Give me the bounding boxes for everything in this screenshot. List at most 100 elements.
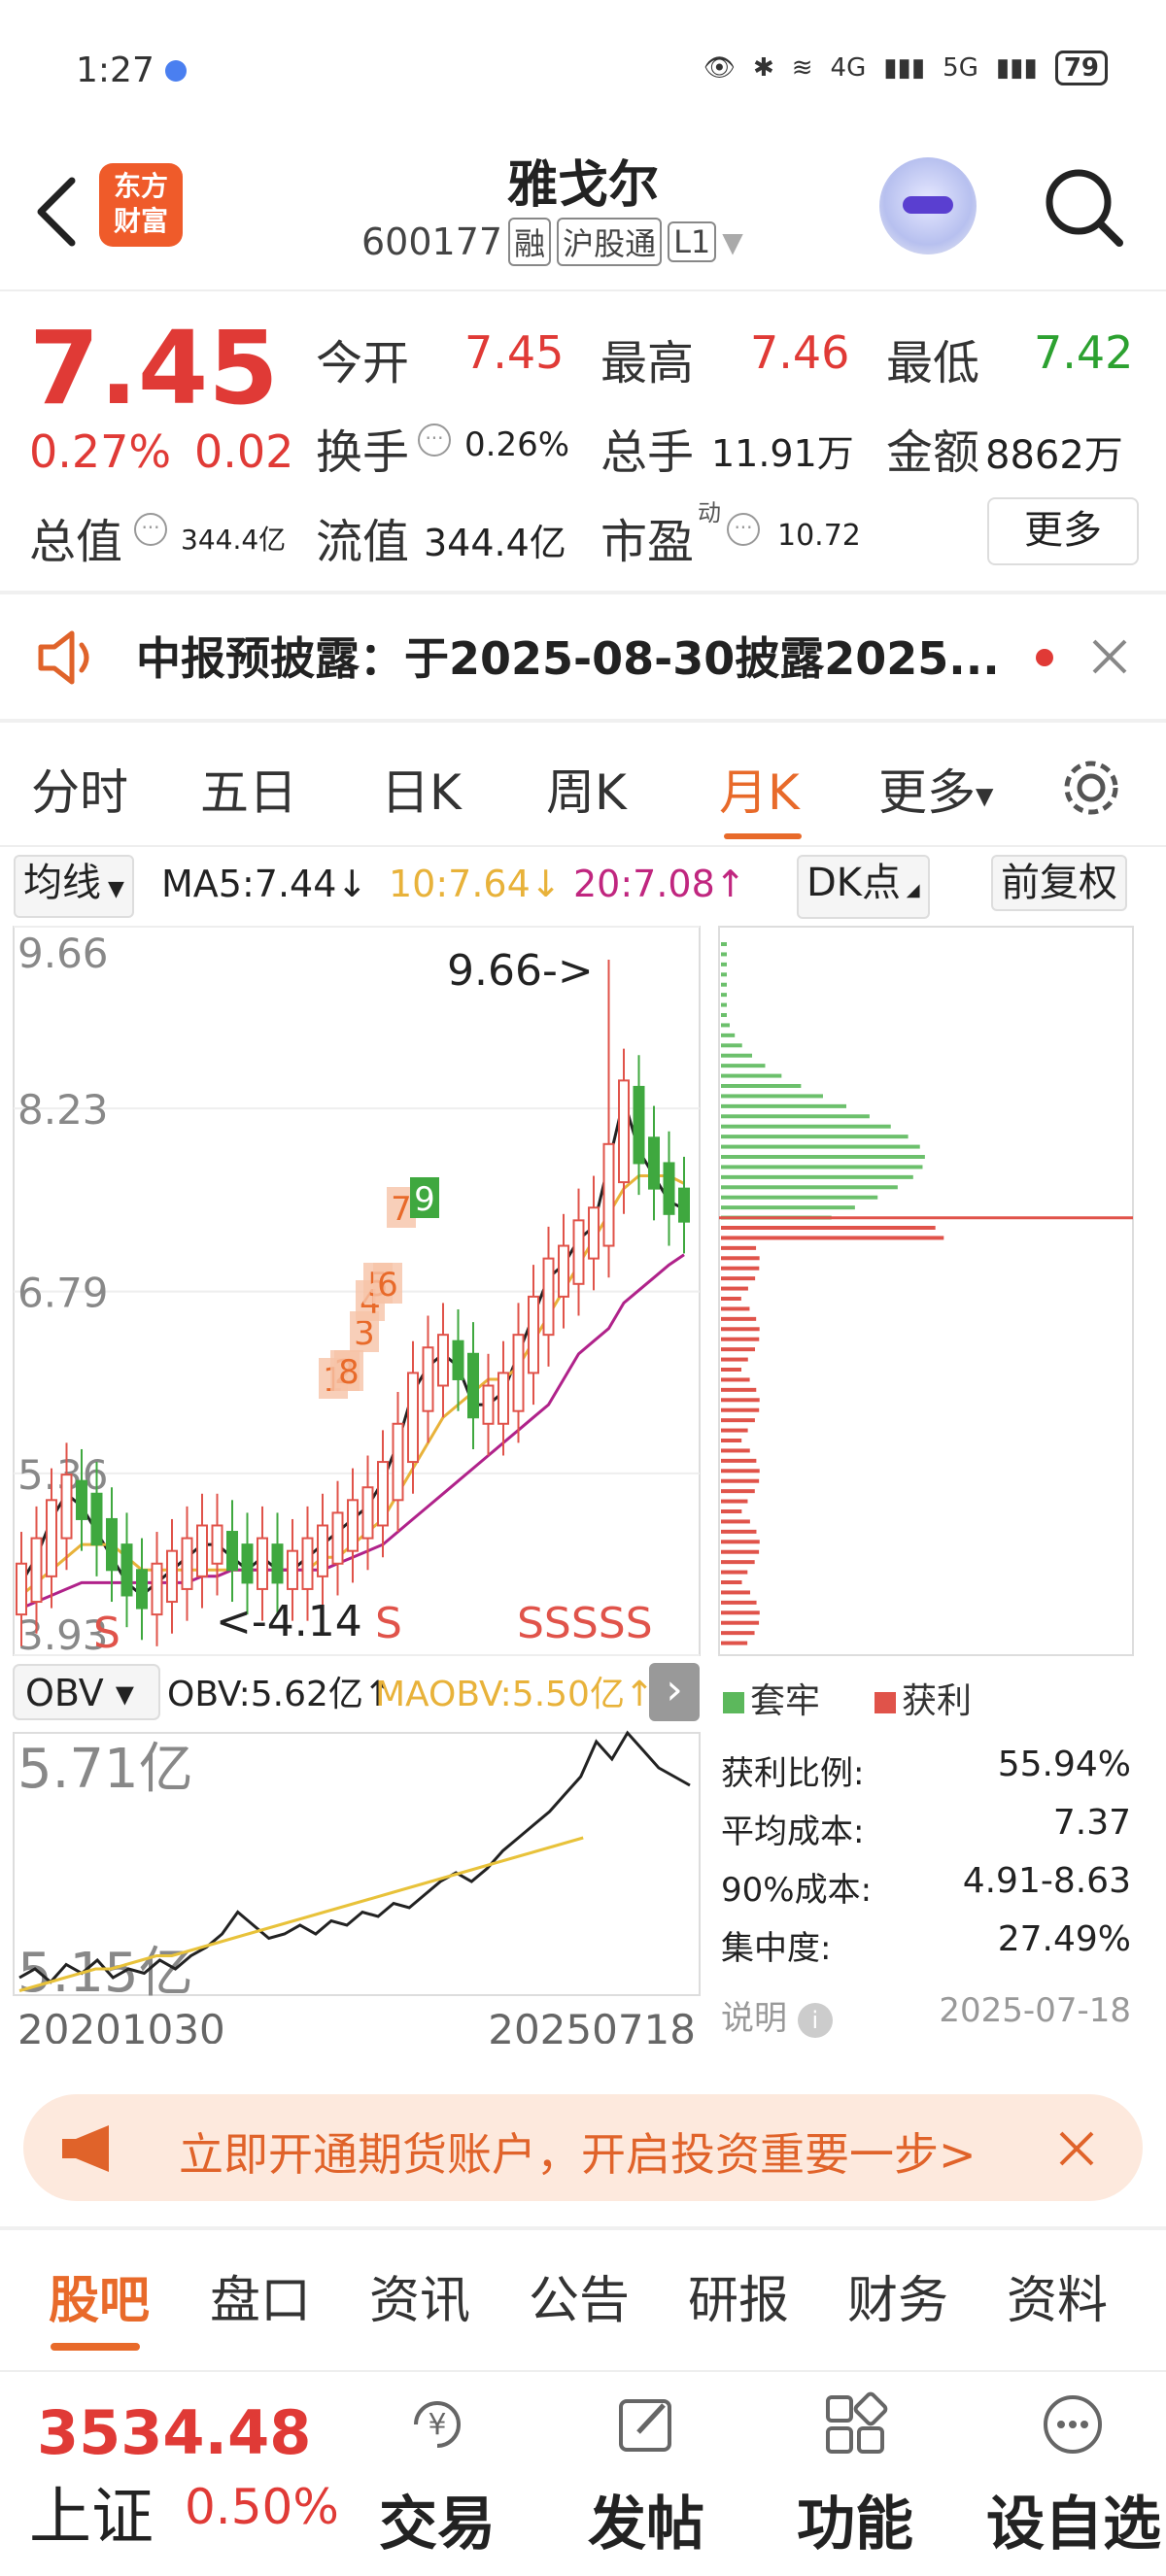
candle-body [467,1352,479,1419]
chip-bar [721,1337,760,1341]
tab-intraday[interactable]: 分时 [31,754,128,824]
candle-body [226,1531,238,1572]
candle-body [437,1334,449,1387]
tab-profile[interactable]: 资料 [1007,2259,1108,2332]
chip-bar [721,1600,757,1605]
explain-link[interactable]: 说明 i [721,1991,833,2039]
edit-pencil-icon [619,2399,671,2452]
chip-bar [721,1540,760,1544]
settings-gear-icon[interactable] [1057,754,1125,822]
obv-value: OBV:5.62亿↑ [167,1675,393,1714]
info-dots-icon[interactable]: ··· [727,513,760,546]
tab-announcements[interactable]: 公告 [529,2259,630,2332]
candle-body [301,1537,314,1590]
tab-forum[interactable]: 股吧 [49,2259,150,2332]
chip-frame [718,926,1134,1656]
y-tick-label: 6.79 [17,1270,109,1317]
volume-value: 11.91万 [711,432,854,475]
more-dots-icon [1044,2395,1102,2454]
candle-body [618,1079,630,1184]
turnover-value: 0.26% [464,425,570,464]
numbered-mark: 6 [377,1266,398,1305]
index-percent: 0.50% [185,2479,339,2535]
chip-bar [721,1023,730,1028]
candle-body [482,1384,495,1425]
y-tick-label: 8.23 [17,1086,109,1134]
info-dots-icon[interactable]: ··· [418,424,451,457]
trade-button[interactable]: ¥ 交易 [360,2372,515,2576]
dropdown-triangle-icon[interactable]: ▼ [722,226,743,258]
candle-body [392,1422,404,1502]
legend-trapped-label: 套牢 [750,1681,821,1721]
tab-monthly-k[interactable]: 月K [719,754,800,824]
status-time: 1:27 [76,51,154,90]
tab-order-book[interactable]: 盘口 [210,2259,311,2332]
chip-bar [721,1043,742,1048]
candle-body [287,1549,298,1590]
candle-body [90,1492,103,1546]
status-bar: 1:27 👁 ✱ ≋ 4G ▮▮▮ 5G ▮▮▮ 79 [0,0,1166,136]
chip-bar [721,1297,741,1301]
chip-bar [721,1174,913,1179]
price-adjust-button[interactable]: 前复权 [991,855,1127,911]
bluetooth-icon: ✱ [752,53,774,83]
robot-assistant-avatar[interactable] [879,157,977,254]
chip-bar [721,1570,748,1575]
divider [0,2226,1166,2230]
high-label: 最高 [600,336,695,390]
chip-bar [721,1135,909,1139]
post-label: 发帖 [588,2491,704,2559]
signal-s: S [93,1609,120,1658]
indicator-row: 均线 ▼ MA5:7.44↓ 10:7.64↓ 20:7.08↑ DK点 ◢ 前… [0,853,1166,919]
notice-bar[interactable]: 中报预披露：于2025-08-30披露2025... [0,593,1166,719]
chip-bar [721,1368,742,1372]
search-icon[interactable] [1040,163,1127,251]
pe-value: 10.72 [777,519,861,553]
functions-button[interactable]: 功能 [777,2372,933,2576]
candle-body [347,1499,359,1552]
stock-code: 600177 [361,220,503,263]
candle-body [30,1537,43,1604]
chip-bar [721,1256,760,1261]
add-watchlist-button[interactable]: 设自选 [981,2372,1166,2576]
signal-icon-2: ▮▮▮ [995,53,1038,83]
chip-bar [721,1316,757,1321]
amount-value: 8862万 [985,433,1123,478]
numbered-mark: 9 [414,1180,435,1219]
legend-trapped: 套牢 [723,1673,820,1723]
chip-bar [721,1013,727,1017]
candle-body [452,1339,464,1380]
tab-five-day[interactable]: 五日 [200,754,297,824]
candle-body [257,1537,268,1590]
post-button[interactable]: 发帖 [568,2372,724,2576]
close-icon[interactable] [1088,635,1131,678]
tab-more[interactable]: 更多▼ [878,754,993,824]
maobv-value: MAOBV:5.50亿↑ [375,1675,654,1714]
pe-label: 市盈 [600,515,695,569]
stock-header: 东方 财富 雅戈尔 600177 融 沪股通 L1 ▼ [0,136,1166,291]
robot-visor [903,196,953,214]
close-icon[interactable] [1057,2129,1096,2168]
chip-bar [721,962,727,966]
signal-s-series: SSSSS [517,1599,653,1648]
dk-point-button[interactable]: DK点 ◢ [797,855,930,919]
high-value: 7.46 [750,326,850,379]
tab-research[interactable]: 研报 [688,2259,789,2332]
info-dots-icon[interactable]: ··· [134,513,167,546]
tab-weekly-k[interactable]: 周K [546,754,627,824]
tab-news[interactable]: 资讯 [369,2259,470,2332]
obv-line-maobv [18,1836,584,1992]
tab-financials[interactable]: 财务 [847,2259,948,2332]
unread-dot [1036,649,1053,666]
futures-ad-banner[interactable]: 立即开通期货账户，开启投资重要一步> [23,2094,1143,2201]
current-price: 7.45 [29,309,279,427]
chip-bar [721,1620,760,1625]
stock-code-row[interactable]: 600177 融 沪股通 L1 ▼ [361,218,743,266]
more-quote-button[interactable]: 更多 [987,497,1139,565]
tab-daily-k[interactable]: 日K [381,754,462,824]
float-cap-label: 流值 [316,515,410,569]
ma-select[interactable]: 均线 ▼ [14,855,134,918]
candle-body [422,1346,434,1412]
profit-ratio-value: 55.94% [997,1745,1131,1784]
candle-body [497,1372,509,1425]
